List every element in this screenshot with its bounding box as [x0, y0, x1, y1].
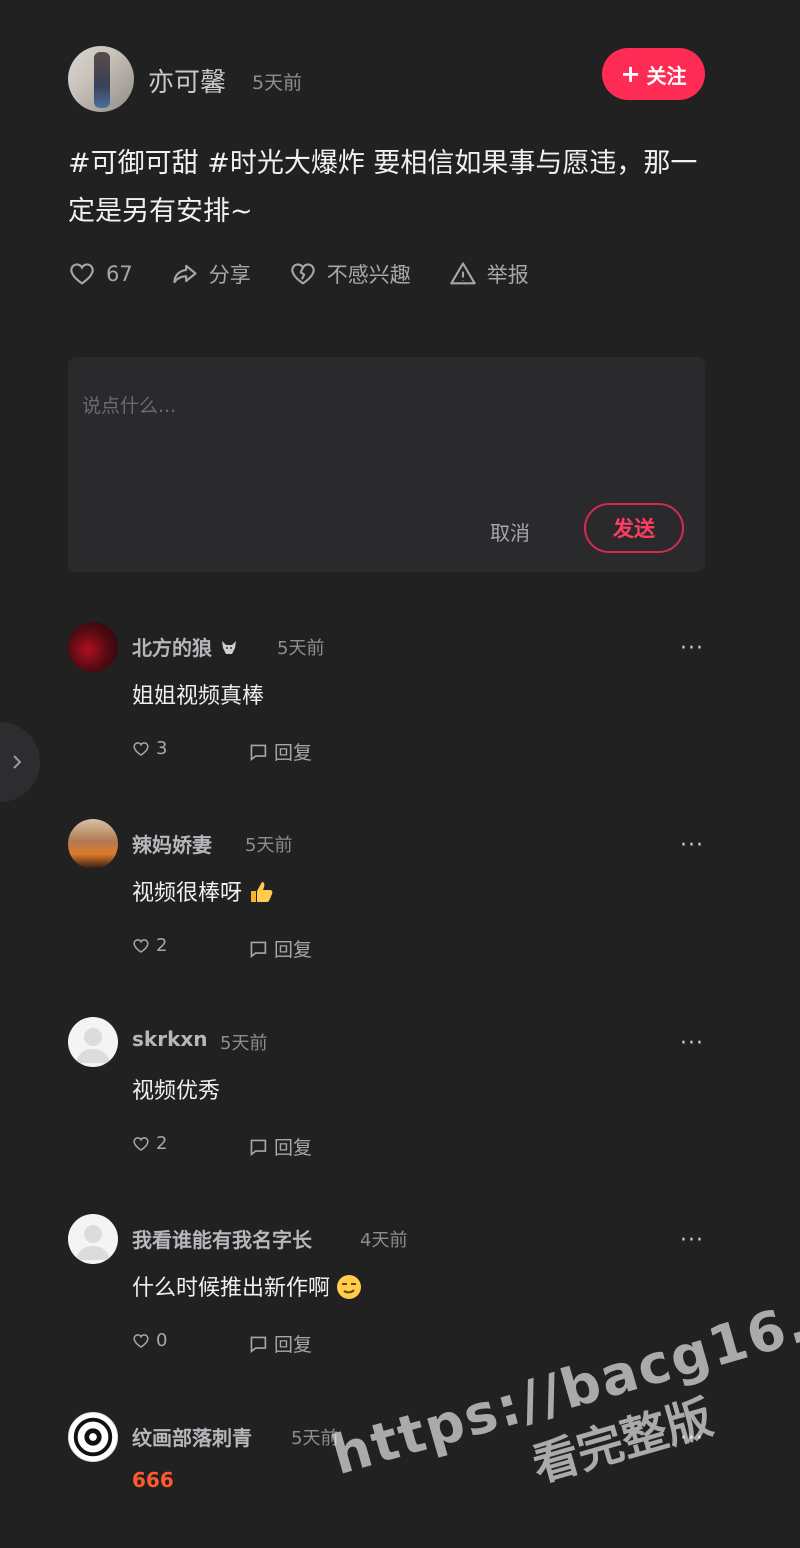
expand-panel-button[interactable]	[0, 722, 40, 802]
not-interested-button[interactable]: 不感兴趣	[289, 259, 411, 289]
comment-like-count: 3	[156, 738, 168, 759]
comment-like-button[interactable]: 2	[132, 1133, 167, 1154]
comment-like-count: 2	[156, 1133, 168, 1154]
heart-icon	[133, 938, 149, 953]
commenter-avatar[interactable]	[68, 622, 118, 672]
comment-reply-label: 回复	[274, 1137, 313, 1159]
more-options-icon[interactable]: ···	[680, 833, 704, 858]
comment-reply-button[interactable]: 回复	[248, 738, 312, 765]
reply-icon	[250, 1139, 267, 1156]
commenter-avatar[interactable]	[68, 1412, 118, 1462]
send-button[interactable]: 发送	[584, 503, 684, 553]
report-button[interactable]: 举报	[449, 259, 529, 289]
comment-like-button[interactable]: 0	[132, 1330, 167, 1351]
comment-text: 666	[132, 1468, 174, 1492]
comment-text: 视频很棒呀	[132, 875, 274, 907]
commenter-name[interactable]: 我看谁能有我名字长	[132, 1224, 312, 1253]
comment-item: skrkxn 5天前 ··· 视频优秀 2 回复	[68, 1017, 708, 1187]
comment-input[interactable]	[80, 375, 684, 437]
share-icon	[173, 264, 197, 284]
comment-reply-label: 回复	[274, 939, 313, 961]
author-avatar[interactable]	[68, 46, 134, 112]
more-options-icon[interactable]: ···	[680, 636, 704, 661]
commenter-name[interactable]: skrkxn	[132, 1027, 208, 1051]
not-interested-label: 不感兴趣	[326, 263, 411, 287]
comment-item: 辣妈娇妻 5天前 ··· 视频很棒呀 2 回复	[68, 819, 708, 989]
comment-like-count: 0	[156, 1330, 168, 1351]
comment-text: 视频优秀	[132, 1079, 221, 1104]
broken-heart-icon	[291, 263, 315, 285]
plus-icon: +	[620, 60, 641, 88]
share-label: 分享	[208, 263, 251, 287]
comment-composer: 取消 发送	[68, 357, 705, 572]
commenter-name[interactable]: 辣妈娇妻	[132, 829, 212, 858]
follow-button[interactable]: + 关注	[602, 48, 705, 100]
post-time: 5天前	[252, 72, 303, 94]
comment-item: 北方的狼 5天前 ··· 姐姐视频真棒 3 回复	[68, 622, 708, 792]
author-name[interactable]: 亦可馨	[148, 62, 226, 99]
commenter-name[interactable]: 北方的狼	[132, 632, 239, 661]
like-count: 67	[106, 262, 133, 286]
comment-text: 姐姐视频真棒	[132, 684, 265, 709]
comment-like-count: 2	[156, 935, 168, 956]
like-button[interactable]: 67	[68, 260, 133, 288]
commenter-name[interactable]: 纹画部落刺青	[132, 1422, 252, 1451]
comment-time: 4天前	[360, 1230, 408, 1251]
reply-icon	[250, 1336, 267, 1353]
smirk-emoji-icon	[336, 1274, 362, 1300]
comment-like-button[interactable]: 2	[132, 935, 167, 956]
comment-reply-label: 回复	[274, 742, 313, 764]
commenter-avatar[interactable]	[68, 1017, 118, 1067]
comment-text: 什么时候推出新作啊	[132, 1270, 362, 1302]
follow-label: 关注	[646, 63, 687, 88]
commenter-avatar[interactable]	[68, 1214, 118, 1264]
comment-reply-button[interactable]: 回复	[248, 935, 312, 962]
post-caption: #可御可甜 #时光大爆炸 要相信如果事与愿违，那一定是另有安排~	[68, 148, 698, 227]
wolf-emoji-icon	[219, 638, 239, 658]
cancel-button[interactable]: 取消	[490, 517, 530, 546]
comment-time: 5天前	[245, 835, 293, 856]
share-button[interactable]: 分享	[171, 259, 251, 289]
comment-time: 5天前	[220, 1033, 268, 1054]
report-label: 举报	[486, 263, 529, 287]
comment-time: 5天前	[277, 638, 325, 659]
reply-icon	[250, 744, 267, 761]
chevron-right-icon	[13, 755, 22, 769]
heart-icon	[70, 263, 94, 285]
comment-reply-button[interactable]: 回复	[248, 1133, 312, 1160]
commenter-avatar[interactable]	[68, 819, 118, 869]
thumbs-up-emoji-icon	[248, 879, 274, 905]
more-options-icon[interactable]: ···	[680, 1031, 704, 1056]
comment-like-button[interactable]: 3	[132, 738, 167, 759]
heart-icon	[133, 1136, 149, 1151]
warning-icon	[450, 262, 476, 285]
heart-icon	[133, 741, 149, 756]
reply-icon	[250, 941, 267, 958]
heart-icon	[133, 1333, 149, 1348]
post-actions: 67 分享 不感兴趣 举报	[68, 256, 567, 292]
